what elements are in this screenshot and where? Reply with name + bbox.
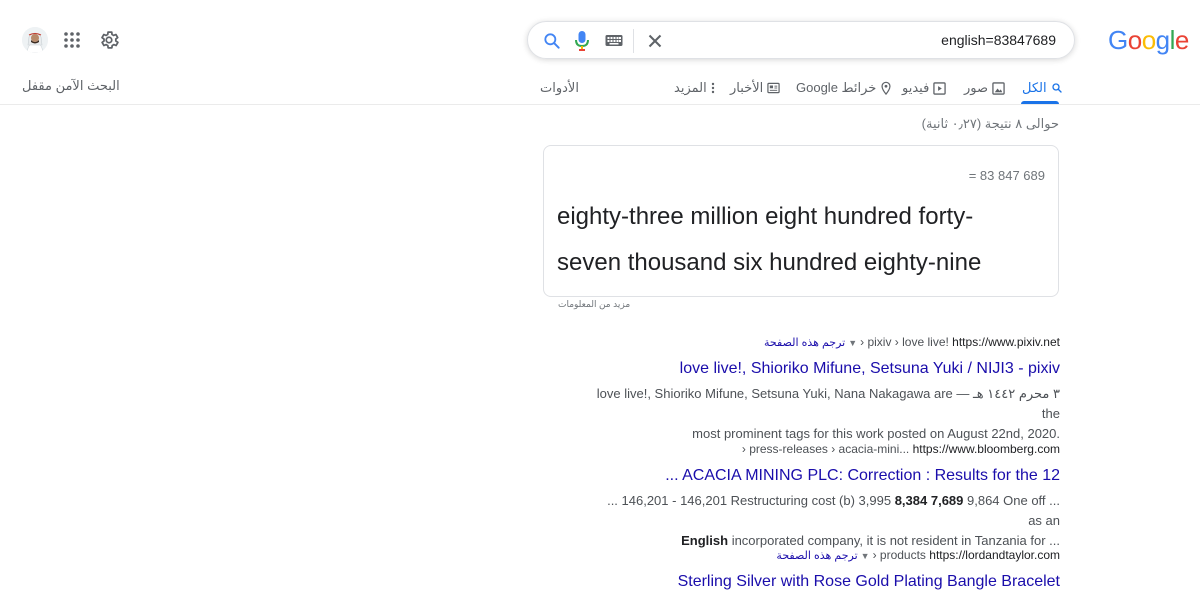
tab-all[interactable]: الكل [1022,76,1063,100]
calc-words: eighty-three million eight hundred forty… [557,203,982,276]
google-logo[interactable]: Google [1108,24,1189,56]
image-icon [992,81,1005,95]
tab-videos-label: فيديو [902,80,930,95]
search-result: ترجم هذه الصفحة ▼ › products https://lorda… [590,547,1060,593]
snippet-bold: English [681,533,729,548]
search-nav-tabs: الكل صور فيديو خرائط Google الأخبار المز… [540,76,1063,102]
caret-down-icon[interactable]: ▼ [861,551,870,561]
snippet-text: 9,864 One off ... as an [963,493,1060,528]
result-title[interactable]: Sterling Silver with Rose Gold Plating B… [590,571,1060,593]
snippet-line: ٣ محرم ١٤٤٢ هـ — love live!, Shioriko Mi… [596,386,1060,421]
result-breadcrumb: ترجم هذه الصفحة ▼ › pixiv › love live! htt… [590,334,1060,350]
search-result: › press-releases › acacia-mini... https:… [590,441,1060,551]
result-url: https://www.bloomberg.com [912,442,1060,456]
result-url: https://www.pixiv.net [952,335,1060,349]
search-box[interactable] [527,21,1075,59]
result-snippet: ... 146,201 - 146,201 Restructuring cost… [590,491,1060,551]
map-pin-icon [881,81,891,95]
search-icon [1051,83,1062,93]
more-vert-icon [711,82,714,94]
search-result: ترجم هذه الصفحة ▼ › pixiv › love live! htt… [590,334,1060,444]
video-icon [933,81,947,95]
translate-link[interactable]: ترجم هذه الصفحة [776,550,857,562]
apps-icon[interactable] [63,31,81,49]
result-breadcrumb: › press-releases › acacia-mini... https:… [590,441,1060,457]
result-stats: حوالى ٨ نتيجة (٠٫٢٧ ثانية) [921,116,1059,131]
search-input[interactable] [814,31,1058,49]
user-avatar-icon [22,27,48,53]
tab-all-label: الكل [1022,80,1047,95]
snippet-text: ... 146,201 - 146,201 Restructuring cost… [607,493,895,508]
search-icon[interactable] [542,31,562,51]
news-icon [767,82,780,94]
result-crumbs: › pixiv › love live! [860,335,949,349]
tab-maps[interactable]: خرائط Google [796,76,892,100]
tab-news-label: الأخبار [730,80,764,95]
logo-letter: o [1141,25,1156,55]
logo-letter: G [1108,25,1128,55]
tab-news[interactable]: الأخبار [730,76,780,100]
tab-more-label: المزيد [674,80,707,95]
caret-down-icon[interactable]: ▼ [848,338,857,348]
calc-number: = 83 847 689 [968,168,1045,183]
keyboard-icon[interactable] [605,34,623,48]
avatar[interactable] [22,27,48,53]
result-breadcrumb: ترجم هذه الصفحة ▼ › products https://lorda… [590,547,1060,563]
clear-icon[interactable] [645,31,665,51]
logo-letter: e [1174,25,1189,55]
result-title[interactable]: ... ACACIA MINING PLC: Correction : Resu… [590,465,1060,487]
result-title[interactable]: love live!, Shioriko Mifune, Setsuna Yuk… [590,358,1060,380]
more-info-link[interactable]: مزيد من المعلومات [558,299,630,310]
logo-letter: o [1127,25,1142,55]
logo-letter: g [1155,25,1170,55]
tab-videos[interactable]: فيديو [902,76,947,100]
result-crumbs: › products [872,548,926,562]
result-url: https://lordandtaylor.com [929,548,1060,562]
safesearch-status[interactable]: البحث الآمن مقفل [22,78,120,94]
tools-button[interactable]: الأدوات [540,76,579,100]
result-snippet: ٣ محرم ١٤٤٢ هـ — love live!, Shioriko Mi… [590,384,1060,444]
search-box-divider [633,29,634,53]
nav-divider [0,104,1200,105]
snippet-text: incorporated company, it is not resident… [728,533,1060,548]
number-to-words-card: = 83 847 689 eighty-three million eight … [543,145,1059,297]
snippet-bold: 8,384 7,689 [894,493,964,508]
tab-images-label: صور [964,80,989,95]
tab-maps-label: خرائط Google [796,80,877,95]
result-crumbs: › press-releases › acacia-mini... [741,442,910,456]
mic-icon[interactable] [574,30,590,52]
snippet-line: ... 146,201 - 146,201 Restructuring cost… [590,491,1060,531]
translate-link[interactable]: ترجم هذه الصفحة [764,337,845,349]
settings-icon[interactable] [98,29,120,51]
tab-more[interactable]: المزيد [674,76,715,100]
tab-images[interactable]: صور [964,76,1005,100]
